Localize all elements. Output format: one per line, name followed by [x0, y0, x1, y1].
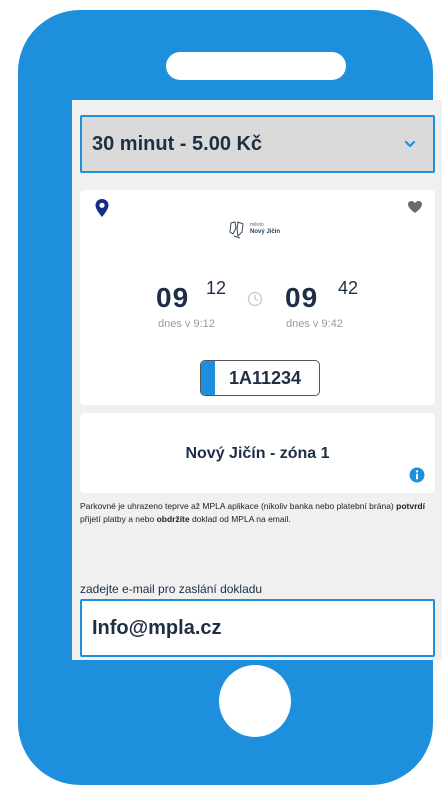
chevron-down-icon: [404, 140, 416, 148]
end-minute: 42: [338, 278, 359, 298]
city-crest-icon: [229, 221, 244, 239]
notice-text-1: Parkovné je uhrazeno teprve až MPLA apli…: [80, 501, 397, 511]
heart-icon[interactable]: [407, 200, 423, 214]
start-minute: 12: [206, 278, 227, 298]
logo-city-name: Nový Jičín: [250, 229, 281, 235]
start-hour: 09: [156, 282, 190, 313]
duration-select[interactable]: 30 minut - 5.00 Kč: [80, 115, 435, 173]
end-time-label: dnes v 9:42: [286, 318, 343, 330]
phone-speaker: [166, 52, 346, 80]
phone-home-button: [219, 665, 291, 737]
license-plate: 1A11234: [200, 360, 320, 396]
start-time-label: dnes v 9:12: [158, 318, 215, 330]
end-hour: 09: [285, 282, 319, 313]
notice-bold-2: obdržíte: [156, 514, 190, 524]
phone-frame: 30 minut - 5.00 Kč město Nový Jičín 09 1…: [18, 10, 442, 785]
payment-notice: Parkovné je uhrazeno teprve až MPLA apli…: [80, 500, 438, 526]
city-logo: město Nový Jičín: [228, 220, 298, 242]
email-input[interactable]: Info@mpla.cz: [80, 599, 435, 657]
notice-text-3: doklad od MPLA na email.: [189, 514, 291, 524]
parking-ticket-card: město Nový Jičín 09 12 dnes v 9:12 09 42…: [80, 190, 435, 405]
clock-icon: [247, 291, 263, 307]
license-plate-number: 1A11234: [229, 368, 302, 388]
email-label: zadejte e-mail pro zaslání dokladu: [80, 582, 263, 596]
app-screen: 30 minut - 5.00 Kč město Nový Jičín 09 1…: [72, 100, 442, 660]
notice-bold-1: potvrdí: [396, 501, 425, 511]
notice-text-2: přijetí platby a nebo: [80, 514, 157, 524]
zone-name: Nový Jičín - zóna 1: [185, 445, 330, 462]
info-icon[interactable]: [409, 467, 425, 483]
duration-select-value: 30 minut - 5.00 Kč: [92, 133, 263, 155]
license-plate-strip: [201, 361, 215, 395]
location-pin-icon: [95, 199, 109, 217]
zone-card: Nový Jičín - zóna 1: [80, 413, 435, 493]
logo-small-text: město: [250, 222, 264, 228]
email-input-value: Info@mpla.cz: [92, 617, 222, 639]
